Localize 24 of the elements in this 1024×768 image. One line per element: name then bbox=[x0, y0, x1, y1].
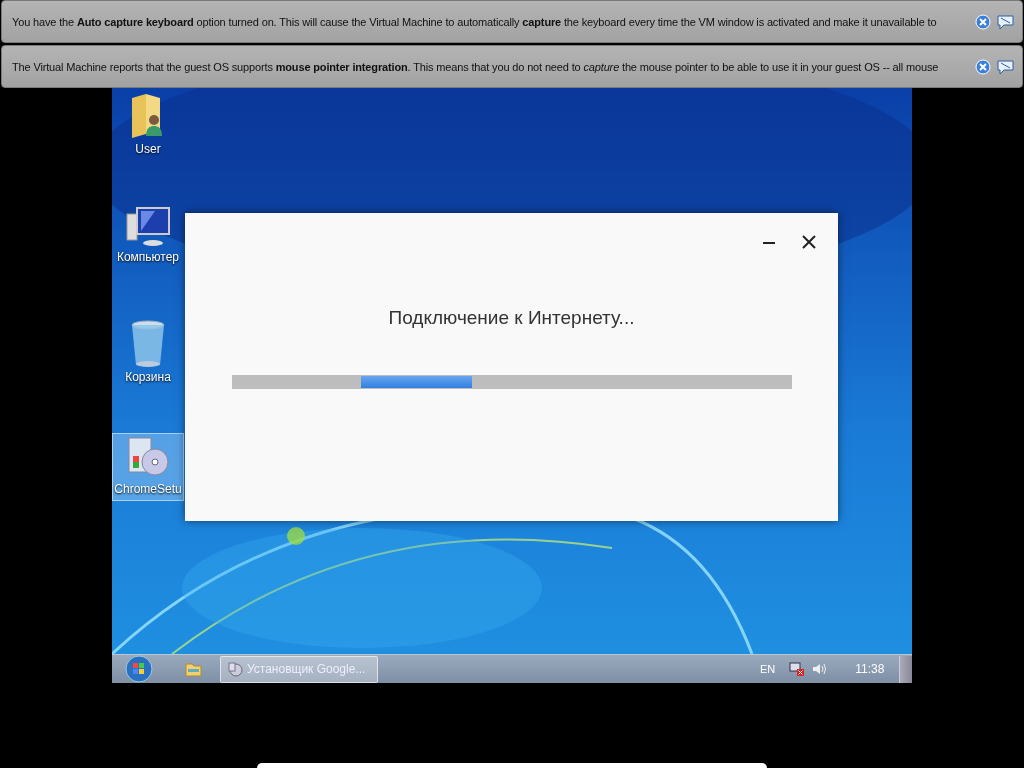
speech-bubble-icon[interactable] bbox=[997, 13, 1014, 30]
taskbar-button[interactable]: Установщик Google... bbox=[220, 655, 378, 683]
desktop-icon-label: Компьютер bbox=[116, 250, 180, 264]
notification-text: You have the Auto capture keyboard option turned on. This will cause the Virtual Machine to automatically capture the keyboard every time the VM window is activated and make it unavailable to bbox=[12, 15, 938, 28]
speaker-icon[interactable] bbox=[811, 661, 828, 677]
notification-text: The Virtual Machine reports that the guest OS supports mouse pointer integration. This means that you do not need to capture the mouse pointer to be able to use it in your guest OS -- all mouse bbox=[12, 60, 940, 73]
language-indicator[interactable]: EN bbox=[760, 663, 776, 675]
folder-icon[interactable] bbox=[185, 661, 202, 677]
recycle-bin-icon bbox=[130, 320, 166, 368]
close-icon[interactable] bbox=[802, 235, 816, 249]
desktop-icon[interactable]: Компьютер bbox=[112, 205, 184, 273]
desktop-icon[interactable]: Корзина bbox=[112, 319, 184, 387]
speech-bubble-icon[interactable] bbox=[997, 58, 1014, 75]
clock[interactable]: 11:38 bbox=[855, 662, 885, 676]
desktop-icon[interactable]: ChromeSetu bbox=[112, 433, 184, 501]
installer-icon bbox=[227, 661, 243, 677]
desktop-icon-label: User bbox=[135, 142, 161, 156]
network-icon[interactable] bbox=[789, 661, 806, 677]
desktop-icon-label: ChromeSetu bbox=[114, 482, 182, 496]
desktop-icon-label: Корзина bbox=[125, 370, 171, 384]
dialog-message: Подключение к Интернету... bbox=[388, 307, 635, 329]
computer-icon bbox=[125, 206, 171, 248]
show-desktop-button[interactable] bbox=[899, 655, 912, 683]
desktop-icon[interactable]: User bbox=[112, 91, 184, 159]
